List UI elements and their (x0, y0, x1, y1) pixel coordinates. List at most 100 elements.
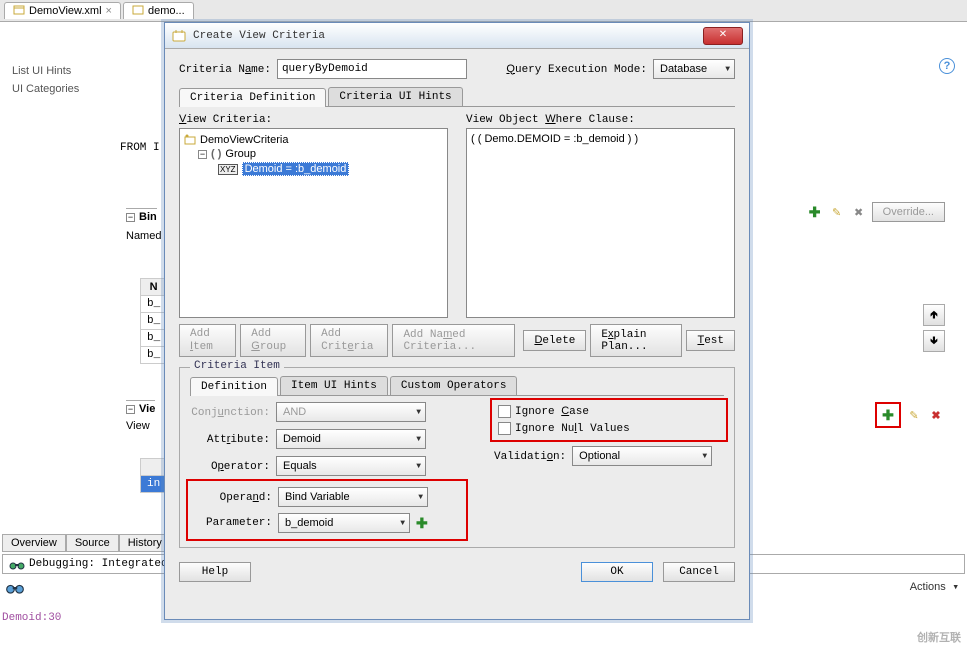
editor-tab-label: demo... (148, 5, 185, 17)
editor-tabstrip: DemoView.xml × demo... (0, 0, 967, 22)
debug-icon (9, 557, 25, 571)
status-text: Demoid:30 (2, 612, 61, 624)
tab-custom-operators[interactable]: Custom Operators (390, 376, 518, 395)
delete-icon[interactable]: ✖ (927, 406, 945, 424)
debug-text: Debugging: IntegratedWe (29, 558, 181, 570)
attribute-label: Attribute: (190, 433, 270, 446)
tree-leaf-selected[interactable]: Demoid = :b_demoid (242, 162, 350, 176)
tree-group[interactable]: Group (225, 148, 256, 160)
ignore-case-checkbox[interactable] (498, 405, 511, 418)
tab-definition[interactable]: Definition (190, 377, 278, 396)
add-item-button[interactable]: Add Item (179, 324, 236, 357)
operand-combo[interactable]: Bind Variable (278, 487, 428, 507)
table-cell[interactable]: b_ (141, 313, 167, 330)
tab-item-ui-hints[interactable]: Item UI Hints (280, 376, 388, 395)
tab-overview[interactable]: Overview (2, 534, 66, 552)
explain-plan-button[interactable]: Explain Plan... (590, 324, 682, 357)
create-view-criteria-dialog: Create View Criteria ✕ Criteria Name: Qu… (164, 22, 750, 620)
file-icon (132, 5, 144, 17)
table-cell[interactable]: b_ (141, 347, 167, 364)
ignore-null-checkbox[interactable] (498, 422, 511, 435)
cancel-button[interactable]: Cancel (663, 562, 735, 582)
attribute-combo[interactable]: Demoid (276, 429, 426, 449)
test-button[interactable]: Test (686, 330, 735, 351)
validation-combo[interactable]: Optional (572, 446, 712, 466)
add-criteria-button[interactable]: Add Criteria (310, 324, 388, 357)
criteria-item-fieldset: Criteria Item Definition Item UI Hints C… (179, 367, 735, 548)
binoculars-icon[interactable] (6, 579, 22, 593)
criteria-tabstrip: Criteria Definition Criteria UI Hints (179, 87, 735, 107)
ok-button[interactable]: OK (581, 562, 653, 582)
delete-button[interactable]: Delete (523, 330, 586, 351)
edit-icon[interactable]: ✎ (905, 406, 923, 424)
collapse-icon[interactable]: − (126, 405, 135, 414)
operator-label: Operator: (190, 460, 270, 473)
file-icon (13, 5, 25, 17)
col-header: N (141, 279, 167, 296)
reorder-arrows: 🢁 🢃 (923, 304, 945, 352)
edit-icon[interactable]: ✎ (828, 203, 846, 221)
add-icon[interactable]: ✚ (879, 406, 897, 424)
criteria-name-label: Criteria Name: (179, 63, 271, 76)
views-sublabel: View (126, 420, 150, 432)
nav-item-ui-categories[interactable]: UI Categories (4, 80, 114, 98)
where-clause-label: View Object Where Clause: (466, 113, 735, 126)
editor-tab-demoview[interactable]: DemoView.xml × (4, 2, 121, 19)
operand-label: Operand: (192, 491, 272, 504)
query-mode-label: Query Execution Mode: (506, 63, 647, 76)
tab-source[interactable]: Source (66, 534, 119, 552)
add-parameter-icon[interactable]: ✚ (416, 515, 428, 532)
dialog-footer: Help OK Cancel (165, 556, 749, 592)
help-button[interactable]: Help (179, 562, 251, 582)
table-cell[interactable]: b_ (141, 330, 167, 347)
views-section-header: Vie (139, 403, 155, 415)
bind-toolbar: ✚ ✎ ✖ Override... (806, 202, 945, 222)
tree-root[interactable]: DemoViewCriteria (200, 134, 288, 146)
view-criteria-label: View Criteria: (179, 113, 448, 126)
titlebar[interactable]: Create View Criteria ✕ (165, 23, 749, 49)
bottom-tabstrip: Overview Source History (2, 534, 171, 552)
tab-criteria-ui-hints[interactable]: Criteria UI Hints (328, 87, 462, 106)
parameter-combo[interactable]: b_demoid (278, 513, 410, 533)
dialog-title: Create View Criteria (193, 30, 703, 42)
criteria-item-legend: Criteria Item (190, 360, 284, 372)
criteria-name-input[interactable] (277, 59, 467, 79)
delete-icon[interactable]: ✖ (850, 203, 868, 221)
close-icon[interactable]: × (106, 5, 112, 17)
criteria-root-icon (184, 134, 196, 146)
dialog-icon (171, 28, 187, 44)
editor-tab-demo[interactable]: demo... (123, 2, 194, 19)
add-named-criteria-button[interactable]: Add Named Criteria... (392, 324, 515, 357)
validation-label: Validation: (494, 450, 566, 463)
override-button[interactable]: Override... (872, 202, 945, 222)
nav-item-list-ui-hints[interactable]: List UI Hints (4, 62, 114, 80)
collapse-icon[interactable]: − (126, 213, 135, 222)
move-down-button[interactable]: 🢃 (923, 330, 945, 352)
operator-combo[interactable]: Equals (276, 456, 426, 476)
editor-tab-label: DemoView.xml (29, 5, 102, 17)
xyz-icon: XYZ (218, 164, 238, 175)
query-mode-combo[interactable]: Database (653, 59, 735, 79)
watermark: 创新互联 (917, 628, 961, 646)
parameter-label: Parameter: (192, 517, 272, 529)
criteria-tree[interactable]: DemoViewCriteria − ( ) Group XYZ Demoid … (179, 128, 448, 318)
close-button[interactable]: ✕ (703, 27, 743, 45)
actions-menu[interactable]: Actions ▾ (910, 580, 959, 594)
named-label: Named (126, 230, 161, 242)
where-clause-box: ( ( Demo.DEMOID = :b_demoid ) ) (466, 128, 735, 318)
item-tabstrip: Definition Item UI Hints Custom Operator… (190, 376, 724, 396)
conjunction-combo: AND (276, 402, 426, 422)
ignore-null-label: Ignore Null Values (515, 422, 630, 435)
move-up-button[interactable]: 🢁 (923, 304, 945, 326)
add-icon[interactable]: ✚ (806, 203, 824, 221)
views-toolbar: ✚ ✎ ✖ (875, 402, 945, 428)
ignore-case-label: Ignore Case (515, 405, 589, 418)
add-group-button[interactable]: Add Group (240, 324, 306, 357)
bind-section-header: Bin (139, 211, 157, 223)
tab-criteria-definition[interactable]: Criteria Definition (179, 88, 326, 107)
left-nav: List UI Hints UI Categories (4, 62, 114, 98)
highlight-add: ✚ (875, 402, 901, 428)
collapse-icon[interactable]: − (198, 150, 207, 159)
where-clause-text: ( ( Demo.DEMOID = :b_demoid ) ) (471, 133, 638, 145)
table-cell[interactable]: b_ (141, 296, 167, 313)
